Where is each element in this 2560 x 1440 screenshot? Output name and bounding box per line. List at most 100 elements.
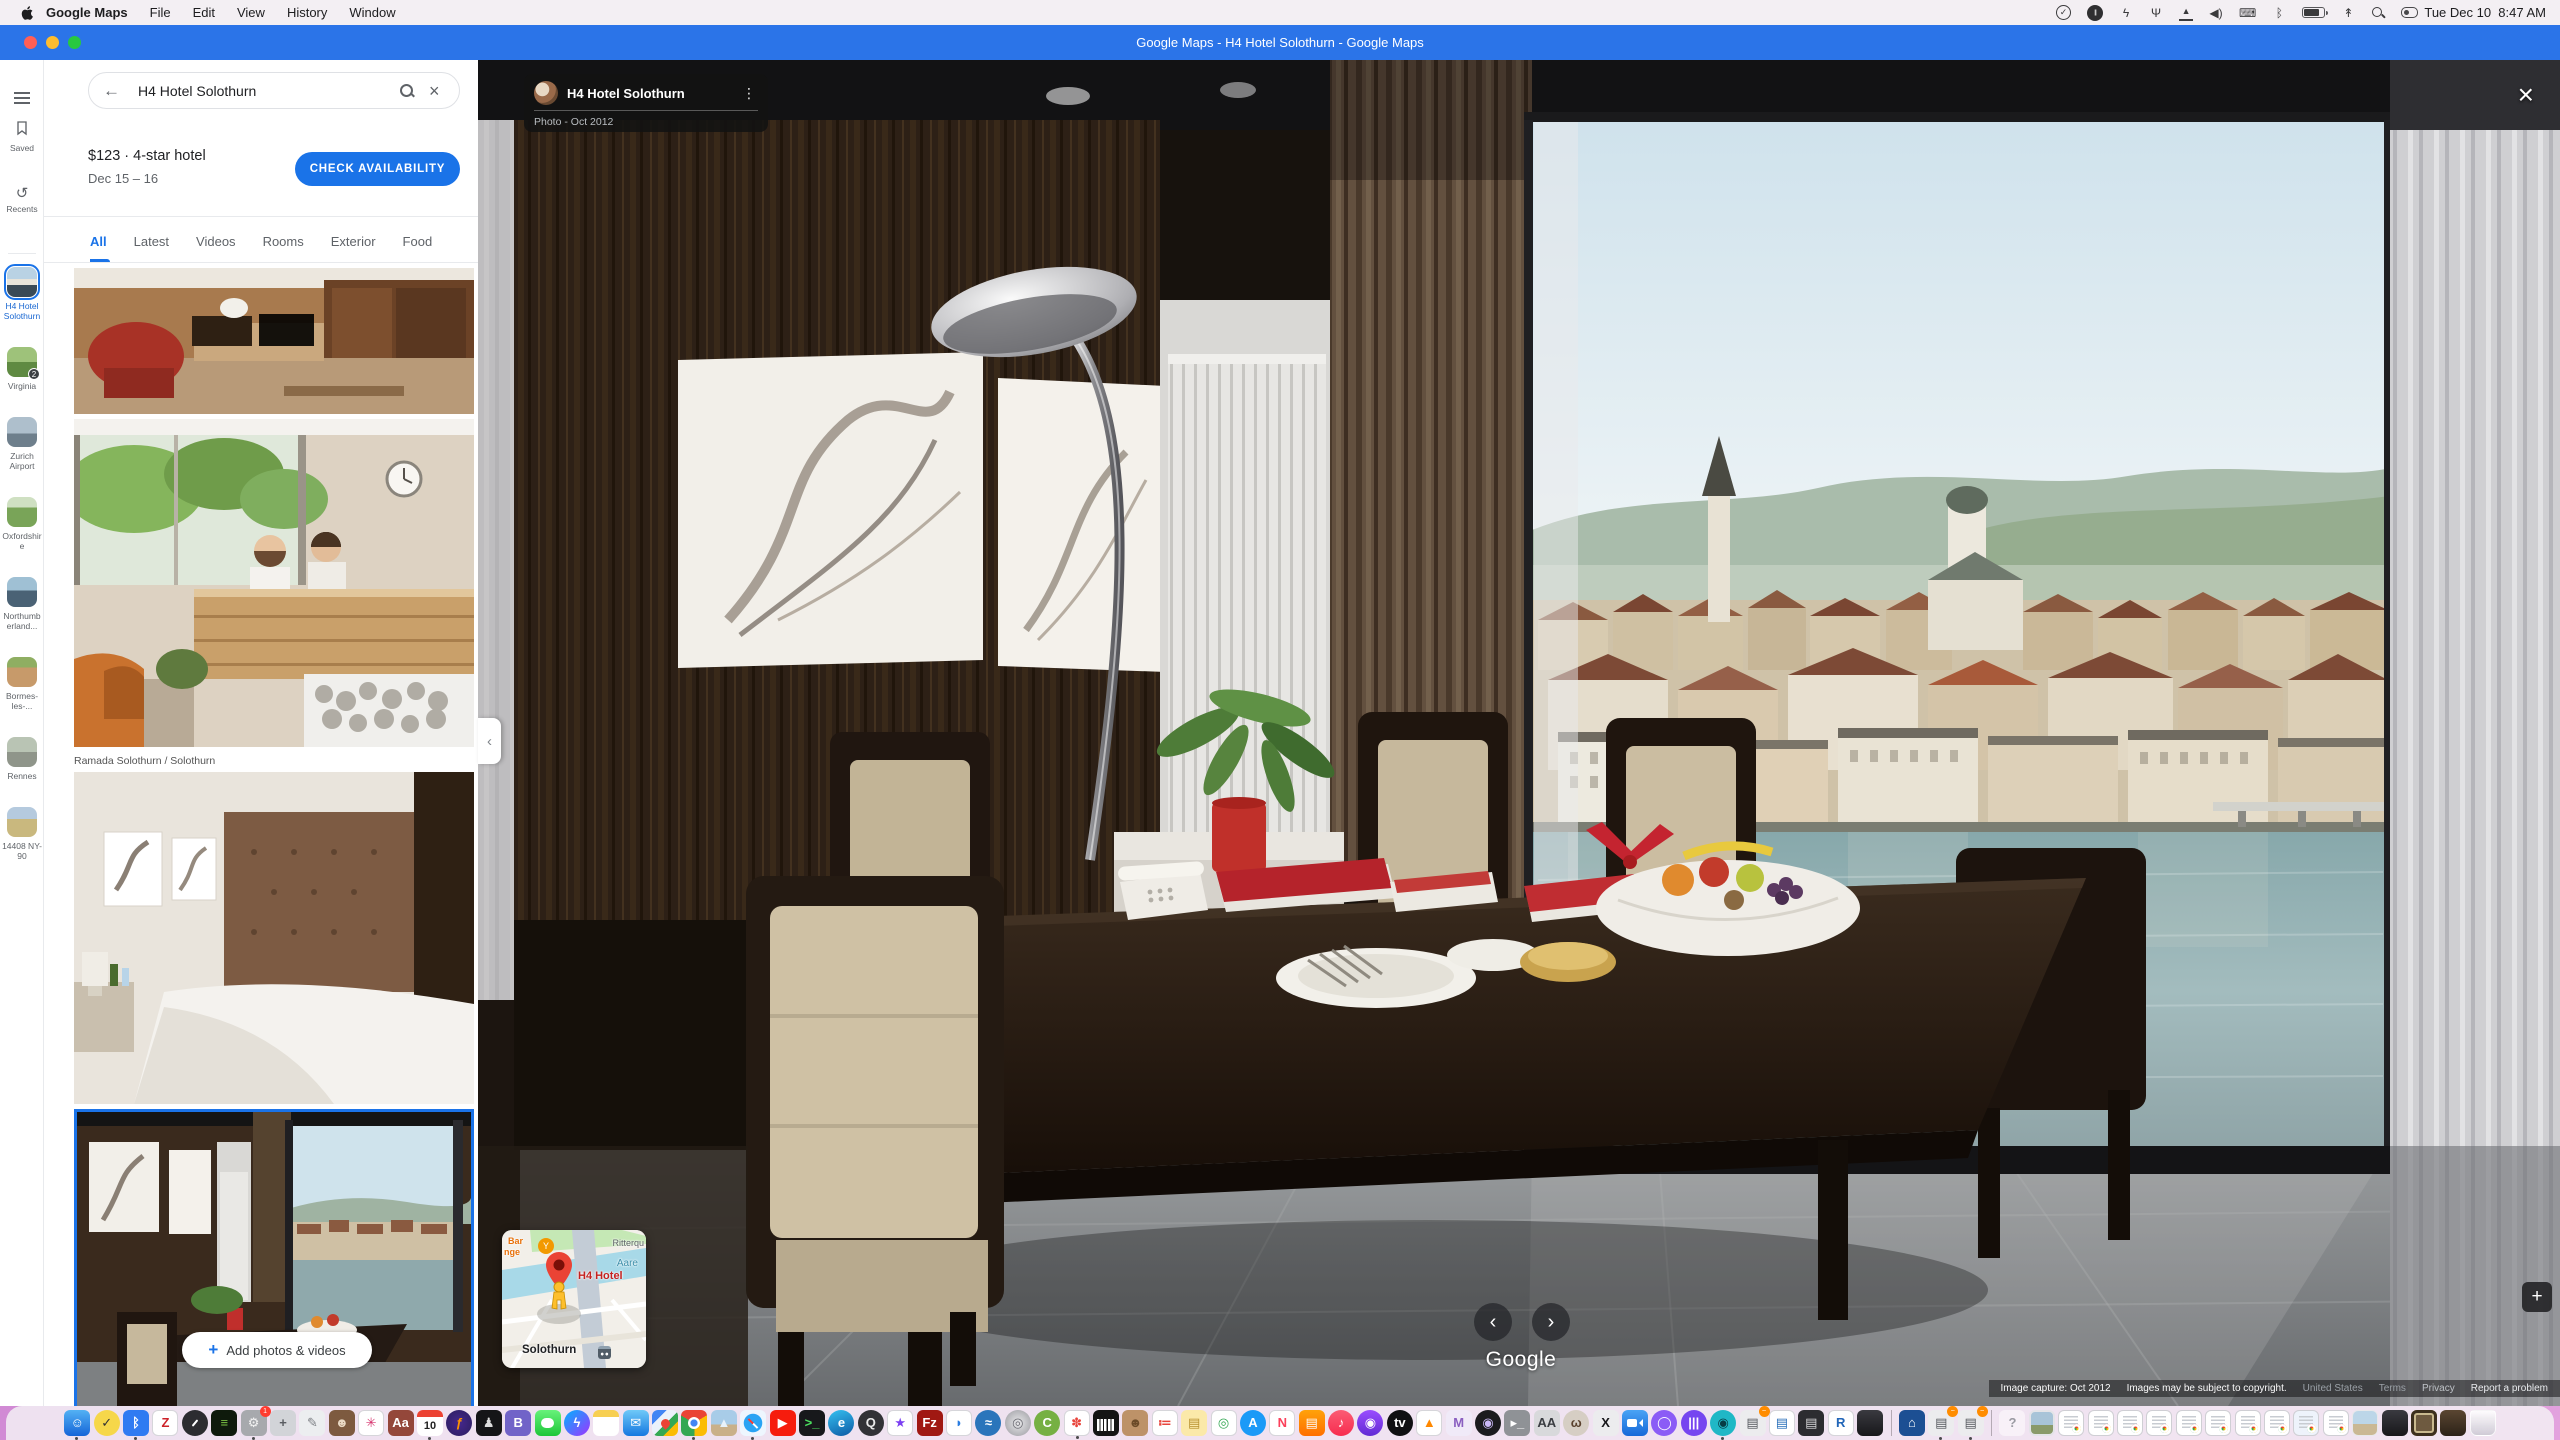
dock-bluetooth-icon[interactable]: ᛒ [123, 1410, 149, 1436]
active-app-name[interactable]: Google Maps [46, 5, 128, 20]
dock-frame-window-icon[interactable] [2411, 1410, 2437, 1436]
dock-books-icon[interactable]: ▤ [1299, 1410, 1325, 1436]
dock-trash-icon[interactable] [2470, 1410, 2496, 1436]
date-range[interactable]: Dec 15 – 16 [88, 171, 206, 186]
dock-bbedit-icon[interactable]: B [505, 1410, 531, 1436]
dock-piano-icon[interactable] [1093, 1410, 1119, 1436]
dock-home-shield-icon[interactable]: ⌂ [1899, 1410, 1925, 1436]
minimize-window-button[interactable] [46, 36, 59, 49]
media-app-icon[interactable]: ||| [2087, 5, 2103, 21]
more-options-icon[interactable]: ⋮ [740, 85, 758, 102]
dock-preview-icon[interactable]: ▲ [711, 1410, 737, 1436]
window-title-bar[interactable]: Google Maps - H4 Hotel Solothurn - Googl… [0, 25, 2560, 60]
dock-photos-icon[interactable]: ✽ [1064, 1410, 1090, 1436]
dock-beach-window-icon[interactable] [2352, 1410, 2378, 1436]
dock-chrome-doc-6-icon[interactable] [2205, 1410, 2231, 1436]
dock-equalizer-icon[interactable]: ≡ [211, 1410, 237, 1436]
sidebar-place-northumberland[interactable]: Northumberland... [0, 577, 44, 631]
dock-media-window-icon[interactable] [1857, 1410, 1883, 1436]
plus-button[interactable]: + [2522, 1282, 2552, 1312]
dock-google-maps-icon[interactable] [652, 1410, 678, 1436]
footer-link-country[interactable]: United States [2303, 1383, 2363, 1394]
tab-videos[interactable]: Videos [196, 220, 236, 262]
sidebar-place-h4[interactable]: H4 Hotel Solothurn [0, 267, 44, 321]
add-photos-button[interactable]: + Add photos & videos [182, 1332, 372, 1368]
dock-terminal-icon[interactable]: >_ [799, 1410, 825, 1436]
dock-quicktime-icon[interactable]: Q [858, 1410, 884, 1436]
tab-latest[interactable]: Latest [134, 220, 169, 262]
dock-gimp-icon[interactable]: ω [1563, 1410, 1589, 1436]
dock-todo-icon[interactable]: ✓ [94, 1410, 120, 1436]
thumbnail-bedroom[interactable] [74, 772, 474, 1104]
menu-file[interactable]: File [150, 5, 171, 20]
dock-podcasts-icon[interactable]: ◉ [1357, 1410, 1383, 1436]
close-photo-button[interactable]: × [2518, 82, 2534, 108]
dock-transmit-icon[interactable]: ◗ [946, 1410, 972, 1436]
footer-link-privacy[interactable]: Privacy [2422, 1383, 2455, 1394]
menubar-clock[interactable]: Tue Dec 10 8:47 AM [2424, 5, 2546, 20]
sidebar-place-zurich[interactable]: Zurich Airport [0, 417, 44, 471]
dock-terminal-gray-icon[interactable]: ▸_ [1504, 1410, 1530, 1436]
previous-photo-button[interactable]: ‹ [1474, 1303, 1512, 1341]
dock-dark-window-icon[interactable] [2382, 1410, 2408, 1436]
dock-missing-app-icon[interactable]: ? [1999, 1410, 2025, 1436]
dock-facetime-icon[interactable] [1622, 1410, 1648, 1436]
dock-apple-tv-icon[interactable]: tv [1387, 1410, 1413, 1436]
dock-webcam-icon[interactable]: ◉ [1710, 1410, 1736, 1436]
control-center-icon[interactable] [2401, 7, 2418, 18]
dock-messenger-icon[interactable]: ϟ [564, 1410, 590, 1436]
menu-edit[interactable]: Edit [193, 5, 215, 20]
eject-icon[interactable]: ▲ [2179, 5, 2193, 21]
dock-firefox-icon[interactable]: ƒ [446, 1410, 472, 1436]
dock-chrome-doc-5-icon[interactable] [2176, 1410, 2202, 1436]
dock-chrome-doc-8-icon[interactable] [2264, 1410, 2290, 1436]
dock-profile-icon[interactable]: ☻ [329, 1410, 355, 1436]
dock-ovation-icon[interactable]: ★ [887, 1410, 913, 1436]
dock-loop-icon[interactable]: ◯ [1651, 1410, 1677, 1436]
tab-rooms[interactable]: Rooms [263, 220, 304, 262]
dock-notes-icon[interactable] [593, 1410, 619, 1436]
sidebar-place-rennes[interactable]: Rennes [0, 737, 44, 781]
dock-chrome-doc-2-icon[interactable] [2088, 1410, 2114, 1436]
hotel-avatar[interactable] [534, 81, 558, 105]
tab-food[interactable]: Food [403, 220, 433, 262]
next-photo-button[interactable]: › [1532, 1303, 1570, 1341]
hamburger-menu-icon[interactable] [14, 92, 30, 94]
dock-youtube-icon[interactable]: ▶ [770, 1410, 796, 1436]
dock-dvd-icon[interactable]: ◎ [1005, 1410, 1031, 1436]
dock-mail-icon[interactable]: ✉ [623, 1410, 649, 1436]
dock-edge-icon[interactable]: e [828, 1410, 854, 1436]
dock-safari-icon[interactable] [740, 1410, 766, 1436]
hotel-room-photo[interactable] [478, 60, 2560, 1406]
menu-view[interactable]: View [237, 5, 265, 20]
dock-theater-icon[interactable]: M [1446, 1410, 1472, 1436]
sidebar-place-virginia[interactable]: 2Virginia [0, 347, 44, 391]
dock-textedit-icon[interactable]: ▤ [1181, 1410, 1207, 1436]
sidebar-place-ny90[interactable]: 14408 NY-90 [0, 807, 44, 861]
usb-icon[interactable]: Ψ [2149, 5, 2163, 21]
dock-printer-blue-icon[interactable]: ▤ [1769, 1410, 1795, 1436]
thumbnail-lounge[interactable] [74, 268, 474, 414]
dock-zotero-icon[interactable]: Z [152, 1410, 178, 1436]
footer-link-terms[interactable]: Terms [2379, 1383, 2406, 1394]
dock-contacts-icon[interactable]: ☻ [1122, 1410, 1148, 1436]
dock-gauge-icon[interactable] [182, 1410, 208, 1436]
dock-xquartz-icon[interactable]: X [1593, 1410, 1619, 1436]
dock-dictionary-icon[interactable]: Aa [388, 1410, 414, 1436]
dock-crossover-icon[interactable]: C [1034, 1410, 1060, 1436]
dock-font-book-icon[interactable]: AA [1534, 1410, 1560, 1436]
search-box[interactable]: ← × [88, 72, 460, 109]
dock-sheet-doc-icon[interactable] [2293, 1410, 2319, 1436]
zoom-window-button[interactable] [68, 36, 81, 49]
wifi-icon[interactable]: ↟ [2341, 5, 2355, 21]
dock-google-chrome-icon[interactable] [681, 1410, 707, 1436]
search-icon[interactable] [399, 83, 415, 99]
apple-menu-icon[interactable] [20, 5, 36, 21]
dock-list-doc-icon[interactable] [2323, 1410, 2349, 1436]
back-arrow-icon[interactable]: ← [103, 81, 120, 101]
dock-voice-memos-icon[interactable]: ||| [1681, 1410, 1707, 1436]
collapse-panel-button[interactable]: ‹ [478, 718, 501, 764]
sidebar-place-oxford[interactable]: Oxfordshire [0, 497, 44, 551]
menu-history[interactable]: History [287, 5, 327, 20]
search-input[interactable] [136, 82, 385, 100]
